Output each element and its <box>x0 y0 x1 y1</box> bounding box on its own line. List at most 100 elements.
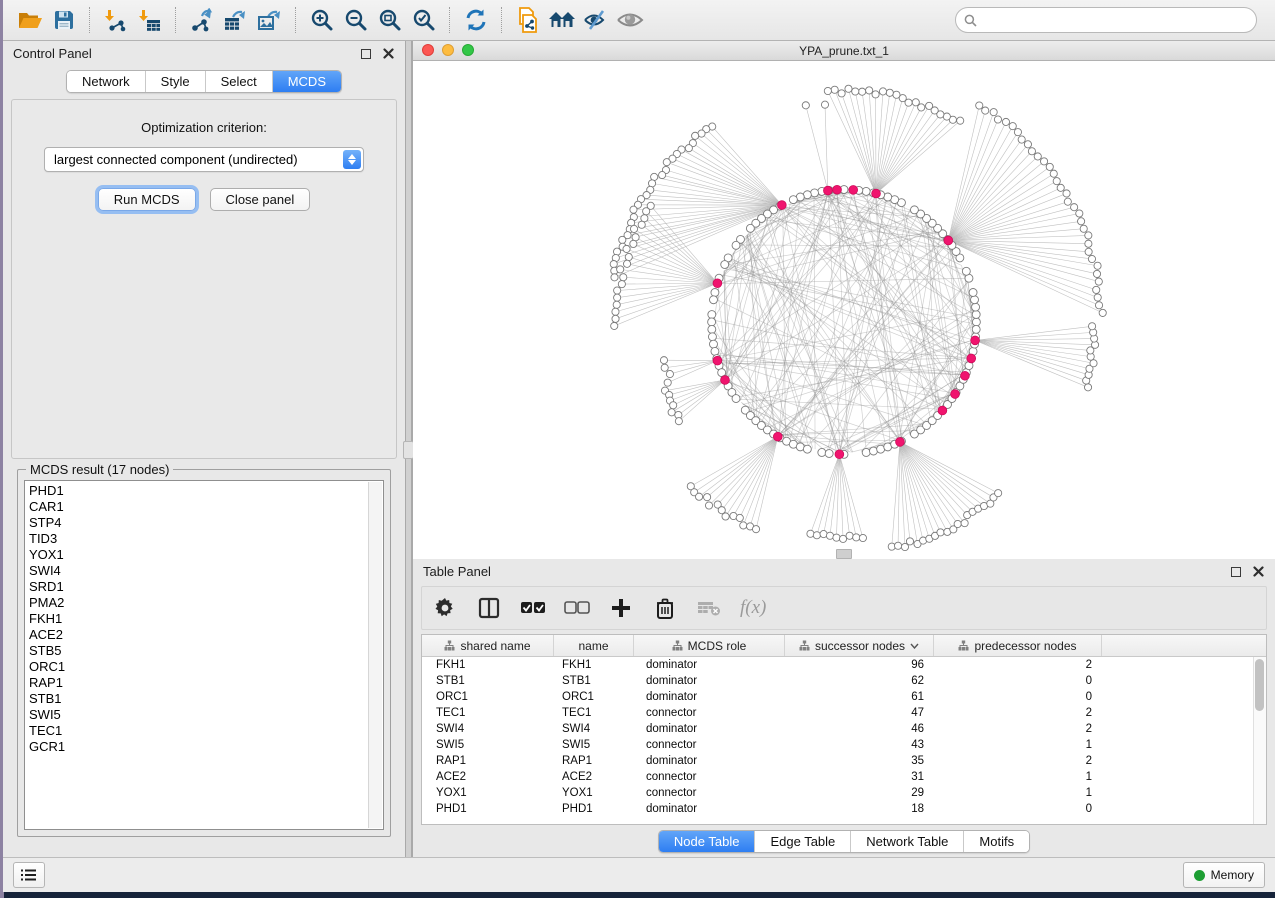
delete-table-icon[interactable] <box>696 595 722 621</box>
mcds-list-scrollbar[interactable] <box>368 482 382 828</box>
float-table-panel-icon[interactable] <box>1229 565 1243 579</box>
close-panel-button[interactable]: Close panel <box>210 188 311 211</box>
task-history-button[interactable] <box>13 862 45 888</box>
close-panel-icon[interactable] <box>381 47 395 61</box>
deselect-all-icon[interactable] <box>564 595 590 621</box>
table-settings-icon[interactable] <box>432 595 458 621</box>
maximize-window-icon[interactable] <box>462 44 474 56</box>
hide-graphics-icon[interactable] <box>579 4 613 36</box>
show-columns-icon[interactable] <box>476 595 502 621</box>
tab-edge-table[interactable]: Edge Table <box>754 831 850 852</box>
sort-descending-icon <box>910 643 919 649</box>
zoom-selected-icon[interactable] <box>407 4 441 36</box>
column-header-shared-name[interactable]: shared name <box>422 635 554 656</box>
table-scrollbar-thumb[interactable] <box>1255 659 1264 711</box>
table-row[interactable]: YOX1YOX1connector291 <box>422 785 1266 801</box>
save-session-icon[interactable] <box>47 4 81 36</box>
table-row[interactable]: FKH1FKH1dominator962 <box>422 657 1266 673</box>
search-field[interactable] <box>955 7 1257 33</box>
mcds-result-item[interactable]: SWI4 <box>29 563 365 579</box>
table-toolbar: f(x) <box>421 586 1267 630</box>
mcds-tab-content: Optimization criterion: largest connecte… <box>11 99 397 459</box>
mcds-result-item[interactable]: TEC1 <box>29 723 365 739</box>
mcds-result-item[interactable]: SWI5 <box>29 707 365 723</box>
zoom-in-icon[interactable] <box>305 4 339 36</box>
search-input[interactable] <box>982 12 1248 28</box>
mcds-result-item[interactable]: ACE2 <box>29 627 365 643</box>
close-window-icon[interactable] <box>422 44 434 56</box>
mcds-result-item[interactable]: PMA2 <box>29 595 365 611</box>
toolbar-separator <box>295 7 297 33</box>
table-cell: 29 <box>785 787 934 799</box>
tab-node-table[interactable]: Node Table <box>659 831 755 852</box>
export-network-icon[interactable] <box>185 4 219 36</box>
open-file-icon[interactable] <box>13 4 47 36</box>
mcds-result-item[interactable]: STP4 <box>29 515 365 531</box>
column-header-mcds-role[interactable]: MCDS role <box>634 635 785 656</box>
table-row[interactable]: SWI4SWI4dominator462 <box>422 721 1266 737</box>
tab-mcds[interactable]: MCDS <box>272 71 341 92</box>
table-row[interactable]: TEC1TEC1connector472 <box>422 705 1266 721</box>
vertical-splitter[interactable] <box>405 41 412 857</box>
mcds-result-item[interactable]: RAP1 <box>29 675 365 691</box>
close-table-panel-icon[interactable] <box>1251 565 1265 579</box>
table-scrollbar[interactable] <box>1253 657 1266 824</box>
tab-network[interactable]: Network <box>67 71 145 92</box>
table-row[interactable]: STB1STB1dominator620 <box>422 673 1266 689</box>
table-cell: RAP1 <box>554 755 634 767</box>
apply-layout-icon[interactable] <box>459 4 493 36</box>
column-header-successor-nodes[interactable]: successor nodes <box>785 635 934 656</box>
table-row[interactable]: ACE2ACE2connector311 <box>422 769 1266 785</box>
mcds-result-item[interactable]: TID3 <box>29 531 365 547</box>
memory-button[interactable]: Memory <box>1183 862 1265 888</box>
mcds-result-item[interactable]: CAR1 <box>29 499 365 515</box>
tab-network-table[interactable]: Network Table <box>850 831 963 852</box>
export-table-icon[interactable] <box>219 4 253 36</box>
select-all-icon[interactable] <box>520 595 546 621</box>
import-network-icon[interactable] <box>99 4 133 36</box>
tab-select[interactable]: Select <box>205 71 272 92</box>
tab-motifs[interactable]: Motifs <box>963 831 1029 852</box>
mcds-result-item[interactable]: STB1 <box>29 691 365 707</box>
mcds-result-item[interactable]: ORC1 <box>29 659 365 675</box>
table-cell: 2 <box>934 723 1102 735</box>
zoom-fit-icon[interactable] <box>373 4 407 36</box>
network-canvas[interactable] <box>413 61 1275 559</box>
zoom-out-icon[interactable] <box>339 4 373 36</box>
run-mcds-button[interactable]: Run MCDS <box>98 188 196 211</box>
add-column-icon[interactable] <box>608 595 634 621</box>
table-tabs: Node Table Edge Table Network Table Moti… <box>658 830 1030 853</box>
import-table-icon[interactable] <box>133 4 167 36</box>
mcds-result-item[interactable]: PHD1 <box>29 483 365 499</box>
table-cell: 46 <box>785 723 934 735</box>
function-builder-icon[interactable]: f(x) <box>740 597 766 619</box>
table-row[interactable]: PHD1PHD1dominator180 <box>422 801 1266 817</box>
show-graphics-icon[interactable] <box>613 4 647 36</box>
minimize-window-icon[interactable] <box>442 44 454 56</box>
mcds-result-group: MCDS result (17 nodes) PHD1CAR1STP4TID3Y… <box>17 469 391 837</box>
table-cell: YOX1 <box>554 787 634 799</box>
table-cell: 43 <box>785 739 934 751</box>
table-cell: YOX1 <box>422 787 554 799</box>
column-header-predecessor-nodes[interactable]: predecessor nodes <box>934 635 1102 656</box>
float-panel-icon[interactable] <box>359 47 373 61</box>
horizontal-splitter-handle[interactable] <box>836 549 852 559</box>
mcds-result-list[interactable]: PHD1CAR1STP4TID3YOX1SWI4SRD1PMA2FKH1ACE2… <box>24 480 384 830</box>
mcds-result-item[interactable]: YOX1 <box>29 547 365 563</box>
mcds-result-item[interactable]: GCR1 <box>29 739 365 755</box>
table-row[interactable]: ORC1ORC1dominator610 <box>422 689 1266 705</box>
home-network-icon[interactable] <box>545 4 579 36</box>
mcds-result-item[interactable]: FKH1 <box>29 611 365 627</box>
export-image-icon[interactable] <box>253 4 287 36</box>
table-row[interactable]: RAP1RAP1dominator352 <box>422 753 1266 769</box>
table-cell: 31 <box>785 771 934 783</box>
column-header-name[interactable]: name <box>554 635 634 656</box>
tab-style[interactable]: Style <box>145 71 205 92</box>
mcds-result-item[interactable]: STB5 <box>29 643 365 659</box>
network-window-titlebar[interactable]: YPA_prune.txt_1 <box>413 41 1275 61</box>
table-row[interactable]: SWI5SWI5connector431 <box>422 737 1266 753</box>
optimization-criterion-select[interactable]: largest connected component (undirected) <box>44 147 364 172</box>
network-files-icon[interactable] <box>511 4 545 36</box>
delete-column-icon[interactable] <box>652 595 678 621</box>
mcds-result-item[interactable]: SRD1 <box>29 579 365 595</box>
